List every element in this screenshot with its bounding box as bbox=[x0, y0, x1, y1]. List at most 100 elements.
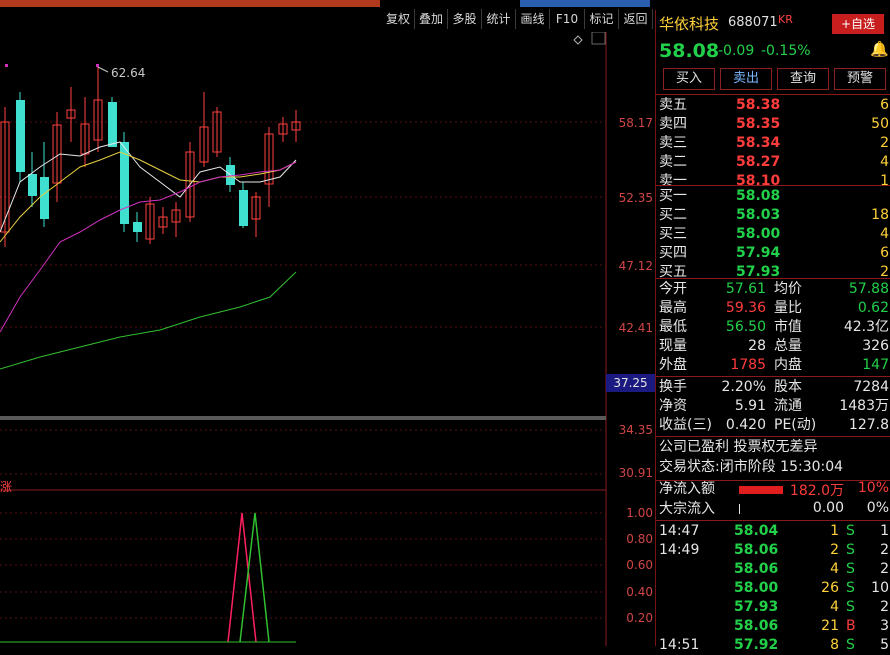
level-label: 买一 bbox=[659, 188, 687, 204]
f10-button[interactable]: F10 bbox=[550, 9, 585, 29]
tick-row: 58.06 4 S 2 bbox=[656, 560, 890, 579]
stat-row: 现量 28 总量 326 bbox=[656, 337, 890, 356]
stat-label: 总量 bbox=[774, 338, 802, 354]
tick-price: 57.93 bbox=[734, 599, 779, 615]
stat-value: 0.62 bbox=[857, 300, 889, 316]
bell-icon[interactable]: 🔔 bbox=[870, 40, 889, 58]
indicator-tick: 0.60 bbox=[626, 558, 653, 572]
level-price: 58.03 bbox=[736, 207, 781, 223]
level-price: 58.35 bbox=[736, 116, 781, 132]
mark-button[interactable]: 标记 bbox=[585, 9, 619, 29]
tick-side: S bbox=[846, 542, 855, 558]
bid-row: 买二 58.03 18 bbox=[656, 206, 890, 225]
stat-value: 1483万 bbox=[839, 398, 889, 414]
stat-label: 最高 bbox=[659, 300, 687, 316]
query-button[interactable]: 查询 bbox=[777, 68, 829, 90]
stock-code: 688071 bbox=[728, 15, 778, 30]
stat-row: 最高 59.36 量比 0.62 bbox=[656, 299, 890, 318]
stat-value: 57.61 bbox=[725, 281, 766, 297]
stat-row: 外盘 1785 内盘 147 bbox=[656, 356, 890, 375]
ask-row: 卖二 58.27 4 bbox=[656, 153, 890, 172]
buy-button[interactable]: 买入 bbox=[663, 68, 715, 90]
tab-strip-blue bbox=[520, 0, 650, 7]
current-price-marker: 37.25 bbox=[606, 374, 655, 392]
stat-row: 净资 5.91 流通 1483万 bbox=[656, 397, 890, 416]
add-watchlist-button[interactable]: +自选 bbox=[832, 14, 884, 34]
block-inflow-pct: 0% bbox=[866, 500, 889, 516]
price-change-pct: -0.15% bbox=[761, 43, 811, 59]
toolbar: 复权 叠加 多股 统计 画线 F10 标记 返回 bbox=[0, 0, 655, 32]
stat-label: 均价 bbox=[774, 281, 802, 297]
level-label: 卖三 bbox=[659, 135, 687, 151]
sell-button[interactable]: 卖出 bbox=[720, 68, 772, 90]
price-tick: 42.41 bbox=[618, 321, 653, 335]
profit-line: 公司已盈利 投票权无差异 bbox=[659, 439, 818, 455]
price-tick: 34.35 bbox=[618, 423, 653, 437]
kline-chart[interactable]: 62.64 58.17 52.35 47.12 42.41 37.25 34.3… bbox=[0, 32, 655, 646]
stat-label: 收益(三) bbox=[659, 417, 712, 433]
tick-time: 14:49 bbox=[659, 542, 700, 558]
stat-value: 2.20% bbox=[721, 379, 766, 395]
stat-row: 换手 2.20% 股本 7284 bbox=[656, 378, 890, 397]
price-change: -0.09 bbox=[718, 43, 755, 59]
net-inflow-pct: 10% bbox=[857, 480, 889, 496]
tick-row: 57.93 4 S 2 bbox=[656, 598, 890, 617]
stat-label: 换手 bbox=[659, 379, 687, 395]
candles bbox=[0, 67, 301, 247]
fuquan-button[interactable]: 复权 bbox=[382, 9, 415, 29]
chart-svg bbox=[0, 32, 607, 646]
level-price: 58.38 bbox=[736, 97, 781, 113]
tick-count: 3 bbox=[880, 618, 889, 634]
block-inflow-bar bbox=[739, 504, 740, 514]
stat-label: 内盘 bbox=[774, 357, 802, 373]
ask-row: 卖五 58.38 6 bbox=[656, 96, 890, 115]
tick-side: B bbox=[846, 618, 856, 634]
stat-row: 收益(三) 0.420 PE(动) 127.8 bbox=[656, 416, 890, 435]
stat-label: 量比 bbox=[774, 300, 802, 316]
tick-row: 58.06 21 B 3 bbox=[656, 617, 890, 636]
bid-row: 买四 57.94 6 bbox=[656, 244, 890, 263]
draw-line-button[interactable]: 画线 bbox=[516, 9, 550, 29]
price-tick: 47.12 bbox=[618, 259, 653, 273]
tick-price: 58.06 bbox=[734, 618, 779, 634]
tick-side: S bbox=[846, 599, 855, 615]
indicator-tick: 1.00 bbox=[626, 506, 653, 520]
stat-row: 最低 56.50 市值 42.3亿 bbox=[656, 318, 890, 337]
back-button[interactable]: 返回 bbox=[619, 9, 653, 29]
stat-label: 外盘 bbox=[659, 357, 687, 373]
status-label: 交易状态: bbox=[659, 459, 720, 475]
level-price: 57.94 bbox=[736, 245, 781, 261]
level-label: 卖五 bbox=[659, 97, 687, 113]
indicator-label: 涨 bbox=[0, 480, 13, 494]
overlay-button[interactable]: 叠加 bbox=[415, 9, 448, 29]
tick-row: 14:47 58.04 1 S 1 bbox=[656, 522, 890, 541]
tick-side: S bbox=[846, 561, 855, 577]
stat-value: 59.36 bbox=[725, 300, 766, 316]
tick-count: 2 bbox=[880, 561, 889, 577]
peak-label: 62.64 bbox=[111, 66, 146, 80]
tick-count: 1 bbox=[880, 523, 889, 539]
indicator-tick: 0.20 bbox=[626, 611, 653, 625]
stat-label: 净资 bbox=[659, 398, 687, 414]
level-price: 58.27 bbox=[736, 154, 781, 170]
bid-row: 买三 58.00 4 bbox=[656, 225, 890, 244]
tick-side: S bbox=[846, 523, 855, 539]
bid-row: 买一 58.08 bbox=[656, 187, 890, 206]
stat-value: 127.8 bbox=[848, 417, 889, 433]
quote-panel: 华依科技 688071 KR +自选 58.08 -0.09 -0.15% 🔔 … bbox=[655, 10, 890, 653]
level-price: 58.34 bbox=[736, 135, 781, 151]
tick-volume: 2 bbox=[830, 542, 839, 558]
stat-label: 现量 bbox=[659, 338, 687, 354]
stat-value: 0.420 bbox=[725, 417, 766, 433]
kr-badge: KR bbox=[778, 13, 793, 26]
tick-time: 14:47 bbox=[659, 523, 700, 539]
multi-stock-button[interactable]: 多股 bbox=[448, 9, 482, 29]
tick-price: 58.06 bbox=[734, 561, 779, 577]
stats-button[interactable]: 统计 bbox=[482, 9, 516, 29]
tick-price: 58.04 bbox=[734, 523, 779, 539]
stat-value: 147 bbox=[862, 357, 889, 373]
tick-volume: 26 bbox=[821, 580, 839, 596]
level-volume: 6 bbox=[880, 97, 889, 113]
stat-value: 28 bbox=[748, 338, 766, 354]
alert-button[interactable]: 预警 bbox=[834, 68, 886, 90]
